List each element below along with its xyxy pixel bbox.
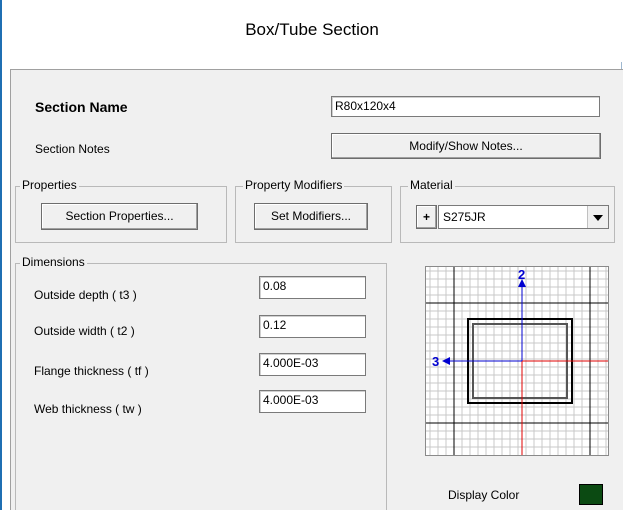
- flange-thickness-input[interactable]: 4.000E-03: [259, 353, 366, 376]
- outside-depth-input[interactable]: 0.08: [259, 276, 366, 299]
- web-thickness-input[interactable]: 4.000E-03: [259, 390, 366, 413]
- outside-depth-label: Outside depth ( t3 ): [34, 288, 137, 302]
- add-material-button[interactable]: +: [416, 205, 437, 229]
- axis-2-label: 2: [518, 267, 525, 282]
- section-preview-drawing: 23: [426, 267, 608, 455]
- section-name-input[interactable]: R80x120x4: [331, 96, 600, 117]
- dimensions-group-label: Dimensions: [20, 255, 87, 269]
- modify-show-notes-button[interactable]: Modify/Show Notes...: [331, 133, 601, 159]
- box-tube-section-dialog: Box/Tube Section Section Name R80x120x4 …: [0, 0, 624, 510]
- material-select[interactable]: S275JR: [438, 205, 609, 229]
- properties-group-label: Properties: [20, 178, 79, 192]
- section-name-label: Section Name: [35, 99, 128, 115]
- web-thickness-label: Web thickness ( tw ): [34, 402, 142, 416]
- section-notes-label: Section Notes: [35, 142, 110, 156]
- property-modifiers-group-label: Property Modifiers: [243, 178, 345, 192]
- chevron-down-icon: [593, 215, 603, 221]
- material-dropdown-button[interactable]: [587, 206, 608, 228]
- title-bar[interactable]: Box/Tube Section: [2, 0, 622, 62]
- dialog-body: Section Name R80x120x4 Section Notes Mod…: [10, 69, 623, 510]
- display-color-label: Display Color: [448, 488, 520, 502]
- section-properties-button[interactable]: Section Properties...: [41, 203, 198, 230]
- display-color-swatch[interactable]: [579, 484, 603, 505]
- material-selected-value: S275JR: [443, 210, 486, 224]
- outside-width-label: Outside width ( t2 ): [34, 324, 135, 338]
- flange-thickness-label: Flange thickness ( tf ): [34, 364, 149, 378]
- set-modifiers-button[interactable]: Set Modifiers...: [254, 203, 368, 230]
- material-group-label: Material: [408, 178, 455, 192]
- dialog-title: Box/Tube Section: [245, 20, 379, 39]
- outside-width-input[interactable]: 0.12: [259, 315, 366, 338]
- axis-3-label: 3: [432, 354, 439, 369]
- section-preview: 23: [425, 266, 609, 456]
